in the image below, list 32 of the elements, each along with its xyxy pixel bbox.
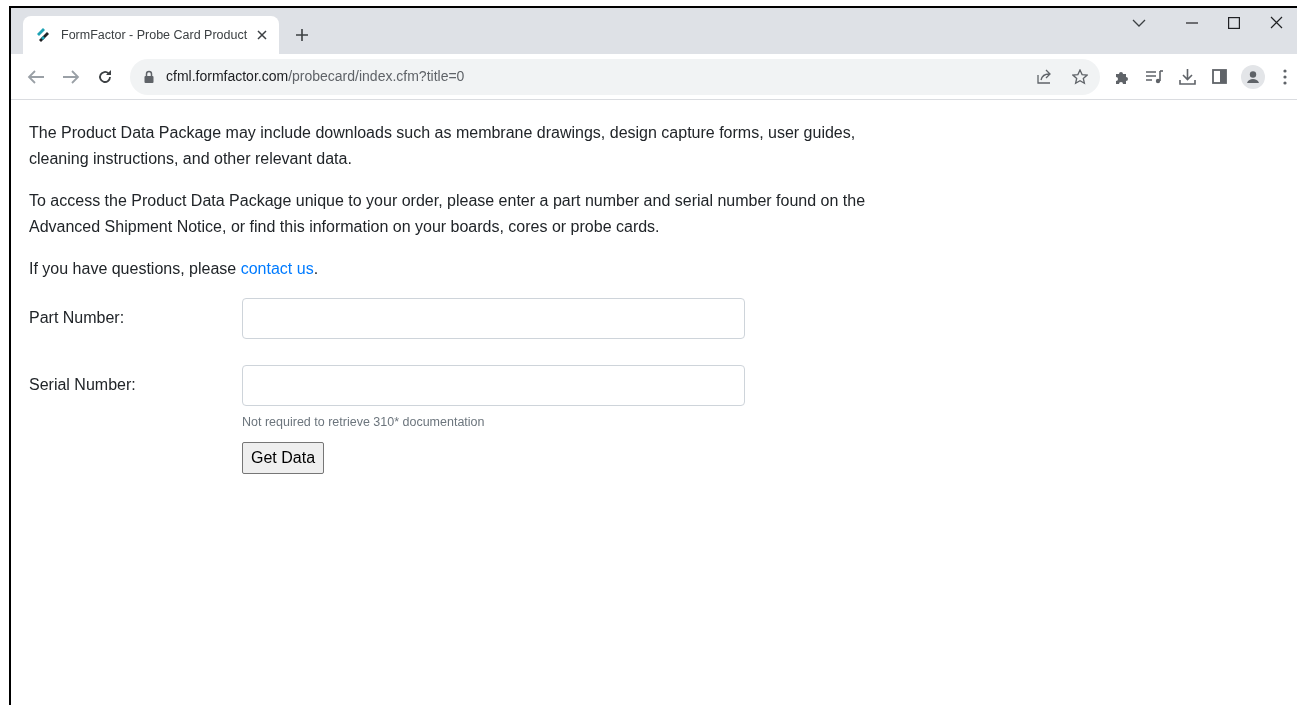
minimize-icon[interactable] [1186,21,1198,24]
browser-tab[interactable]: FormFactor - Probe Card Product [23,16,279,54]
address-bar[interactable]: cfml.formfactor.com/probecard/index.cfm?title=0 [130,58,1100,95]
tab-search-icon[interactable] [1132,17,1146,28]
paragraph: If you have questions, please contact us. [29,259,320,279]
reload-icon[interactable] [97,68,113,85]
side-panel-icon[interactable] [1212,69,1227,84]
new-tab-icon[interactable] [295,28,309,42]
profile-icon[interactable] [1241,64,1265,89]
star-icon[interactable] [1072,68,1088,85]
field-label: Serial Number: [29,375,137,395]
forward-icon[interactable] [62,68,80,85]
menu-icon[interactable] [1283,68,1287,85]
url-text: cfml.formfactor.com/probecard/index.cfm?title=0 [166,67,465,86]
paragraph: The Product Data Package may include downloads such as membrane drawings, design capture forms, user guides, cleaning instructions, and other relevant data. [29,123,857,169]
download-icon[interactable] [1179,68,1196,85]
help-text: Not required to retrieve 310* documentation [242,414,486,431]
tab-title: FormFactor - Probe Card Product [61,26,249,44]
share-icon[interactable] [1037,69,1053,84]
contact-link[interactable]: contact us [240,260,314,277]
input-field[interactable] [242,365,745,406]
paragraph: To access the Product Data Package unique to your order, please enter a part number and serial number found on the Advanced Shipment Notice, or find this information on your boards, cores or probe cards. [29,191,867,237]
lock-icon [144,70,154,83]
input-field[interactable] [242,298,745,339]
site-logo-icon [35,27,51,43]
get-data-button[interactable]: Get Data [242,442,325,474]
close-icon[interactable] [1270,16,1283,29]
media-icon[interactable] [1146,69,1163,84]
maximize-icon[interactable] [1228,16,1240,29]
field-label: Part Number: [29,308,126,328]
back-icon[interactable] [27,68,45,85]
close-tab-icon[interactable] [257,30,267,40]
